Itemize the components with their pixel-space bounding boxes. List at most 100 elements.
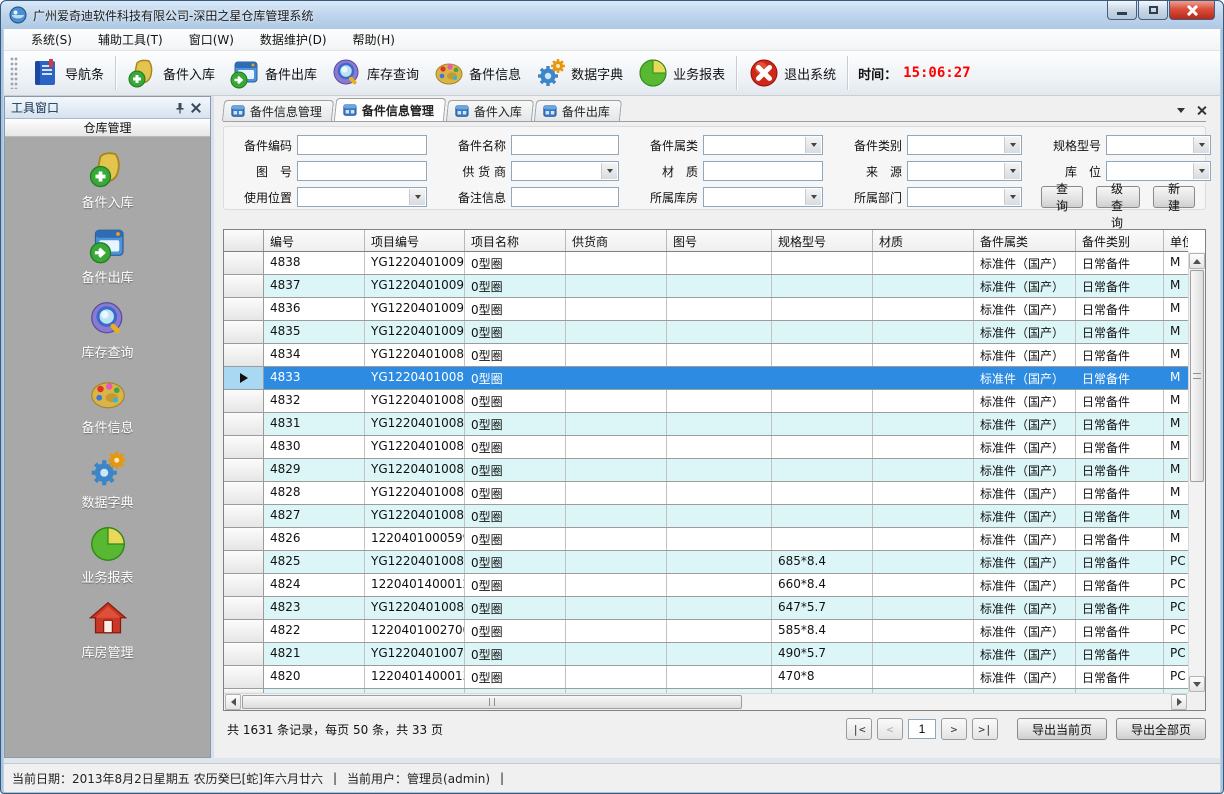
column-header-0[interactable]: 编号	[264, 230, 365, 251]
toolbar-button-report[interactable]: 业务报表	[630, 54, 732, 92]
warehouse-select[interactable]	[703, 187, 823, 207]
table-row[interactable]: 4828YG122040100830型圈标准件（国产）日常备件M	[224, 482, 1188, 505]
department-select[interactable]	[907, 187, 1022, 207]
pin-icon[interactable]	[172, 100, 188, 116]
toolbar-button-navbar[interactable]: 导航条	[22, 54, 111, 92]
row-indicator-cell[interactable]	[224, 413, 264, 435]
close-icon[interactable]	[188, 100, 204, 116]
tab-close-icon[interactable]	[1197, 106, 1206, 115]
row-indicator-cell[interactable]	[224, 436, 264, 458]
table-row[interactable]: 4836YG122040100910型圈标准件（国产）日常备件M	[224, 298, 1188, 321]
title-bar[interactable]: 广州爱奇迪软件科技有限公司-深田之星仓库管理系统	[1, 1, 1223, 29]
column-header-2[interactable]: 项目名称	[465, 230, 566, 251]
toolbar-button-parts-out[interactable]: 备件出库	[222, 54, 324, 92]
close-button[interactable]	[1169, 1, 1215, 20]
table-row[interactable]: 4832YG122040100870型圈标准件（国产）日常备件M	[224, 390, 1188, 413]
column-header-7[interactable]: 备件属类	[974, 230, 1076, 251]
advanced-query-button[interactable]: 高级查询	[1096, 186, 1140, 208]
table-row[interactable]: 4821YG122040100790型圈490*5.7标准件（国产）日常备件PC	[224, 643, 1188, 666]
last-page-button[interactable]: >|	[972, 718, 998, 740]
sidebar-item-stock-query[interactable]: 库存查询	[48, 299, 168, 361]
part-name-input[interactable]	[511, 135, 619, 155]
menu-item-4[interactable]: 帮助(H)	[340, 28, 408, 51]
row-indicator-cell[interactable]	[224, 482, 264, 504]
row-indicator-cell[interactable]	[224, 367, 264, 389]
horizontal-scroll-thumb[interactable]	[242, 695, 742, 709]
column-header-4[interactable]: 图号	[667, 230, 772, 251]
table-row[interactable]: 4827YG122040100820型圈标准件（国产）日常备件M	[224, 505, 1188, 528]
column-header-9[interactable]: 单位	[1164, 230, 1188, 251]
maximize-button[interactable]	[1138, 1, 1168, 20]
spec-model-select[interactable]	[1106, 135, 1211, 155]
supplier-select[interactable]	[511, 161, 619, 181]
row-indicator-cell[interactable]	[224, 505, 264, 527]
tab-0[interactable]: 备件信息管理	[222, 100, 334, 121]
part-type-select[interactable]	[907, 135, 1022, 155]
sidebar-item-parts-out[interactable]: 备件出库	[48, 224, 168, 286]
table-row[interactable]: 4823YG122040100800型圈647*5.7标准件（国产）日常备件PC	[224, 597, 1188, 620]
toolbar-grip-handle[interactable]	[10, 57, 18, 89]
row-indicator-cell[interactable]	[224, 597, 264, 619]
export-current-page-button[interactable]: 导出当前页	[1017, 718, 1107, 740]
menu-item-3[interactable]: 数据维护(D)	[247, 28, 340, 51]
row-indicator-cell[interactable]	[224, 528, 264, 550]
drawing-no-input[interactable]	[297, 161, 427, 181]
table-row[interactable]: 482212204010027000型圈585*8.4标准件（国产）日常备件PC	[224, 620, 1188, 643]
source-select[interactable]	[907, 161, 1022, 181]
table-row[interactable]: 4830YG122040100850型圈标准件（国产）日常备件M	[224, 436, 1188, 459]
menu-item-2[interactable]: 窗口(W)	[176, 28, 247, 51]
menu-item-0[interactable]: 系统(S)	[18, 28, 85, 51]
query-button[interactable]: 查询	[1041, 186, 1083, 208]
sidebar-item-parts-info[interactable]: 备件信息	[48, 374, 168, 436]
table-row[interactable]: 4825YG122040100810型圈685*8.4标准件（国产）日常备件PC	[224, 551, 1188, 574]
part-code-input[interactable]	[297, 135, 427, 155]
column-header-5[interactable]: 规格型号	[772, 230, 873, 251]
tab-2[interactable]: 备件入库	[446, 100, 534, 121]
column-header-1[interactable]: 项目编号	[365, 230, 465, 251]
row-indicator-cell[interactable]	[224, 459, 264, 481]
vertical-scroll-thumb[interactable]	[1190, 270, 1204, 482]
toolbar-button-parts-in[interactable]: 备件入库	[120, 54, 222, 92]
sidebar-item-parts-in[interactable]: 备件入库	[48, 149, 168, 211]
table-row[interactable]: 4831YG122040100860型圈标准件（国产）日常备件M	[224, 413, 1188, 436]
table-row[interactable]: 482012204014000130型圈470*8标准件（国产）日常备件PC	[224, 666, 1188, 689]
toolbar-button-stock-query[interactable]: 库存查询	[324, 54, 426, 92]
column-header-3[interactable]: 供货商	[566, 230, 667, 251]
row-indicator-cell[interactable]	[224, 574, 264, 596]
tab-1-active[interactable]: 备件信息管理	[334, 98, 446, 121]
sidebar-item-report[interactable]: 业务报表	[48, 524, 168, 586]
row-indicator-cell[interactable]	[224, 390, 264, 412]
table-row[interactable]: 4833YG122040100880型圈标准件（国产）日常备件M	[224, 367, 1188, 390]
table-row[interactable]: 4837YG122040100920型圈标准件（国产）日常备件M	[224, 275, 1188, 298]
table-row[interactable]: 482412204014000120型圈660*8.4标准件（国产）日常备件PC	[224, 574, 1188, 597]
toolbar-button-exit[interactable]: 退出系统	[741, 54, 843, 92]
new-button[interactable]: 新建	[1153, 186, 1195, 208]
row-indicator-cell[interactable]	[224, 666, 264, 688]
menu-item-1[interactable]: 辅助工具(T)	[85, 28, 176, 51]
export-all-pages-button[interactable]: 导出全部页	[1116, 718, 1206, 740]
table-row[interactable]: 482612204010005990型圈标准件（国产）日常备件M	[224, 528, 1188, 551]
tab-3[interactable]: 备件出库	[534, 100, 622, 121]
tab-list-dropdown-icon[interactable]	[1177, 108, 1185, 113]
row-indicator-cell[interactable]	[224, 551, 264, 573]
sidebar-item-data-dict[interactable]: 数据字典	[48, 449, 168, 511]
row-indicator-cell[interactable]	[224, 298, 264, 320]
location-select[interactable]	[1106, 161, 1211, 181]
column-header-8[interactable]: 备件类别	[1076, 230, 1164, 251]
vertical-scrollbar[interactable]	[1188, 252, 1205, 693]
table-row[interactable]: 4829YG122040100840型圈标准件（国产）日常备件M	[224, 459, 1188, 482]
row-indicator-cell[interactable]	[224, 344, 264, 366]
minimize-button[interactable]	[1107, 1, 1137, 20]
prev-page-button[interactable]: <	[877, 718, 903, 740]
table-row[interactable]: 4835YG122040100900型圈标准件（国产）日常备件M	[224, 321, 1188, 344]
column-header-6[interactable]: 材质	[873, 230, 974, 251]
horizontal-scrollbar[interactable]	[224, 693, 1188, 710]
material-input[interactable]	[703, 161, 823, 181]
table-row[interactable]: 4838YG122040100930型圈标准件（国产）日常备件M	[224, 252, 1188, 275]
row-indicator-cell[interactable]	[224, 620, 264, 642]
use-position-select[interactable]	[297, 187, 427, 207]
remark-input[interactable]	[511, 187, 619, 207]
toolbar-button-parts-info[interactable]: 备件信息	[426, 54, 528, 92]
row-indicator-cell[interactable]	[224, 643, 264, 665]
next-page-button[interactable]: >	[941, 718, 967, 740]
